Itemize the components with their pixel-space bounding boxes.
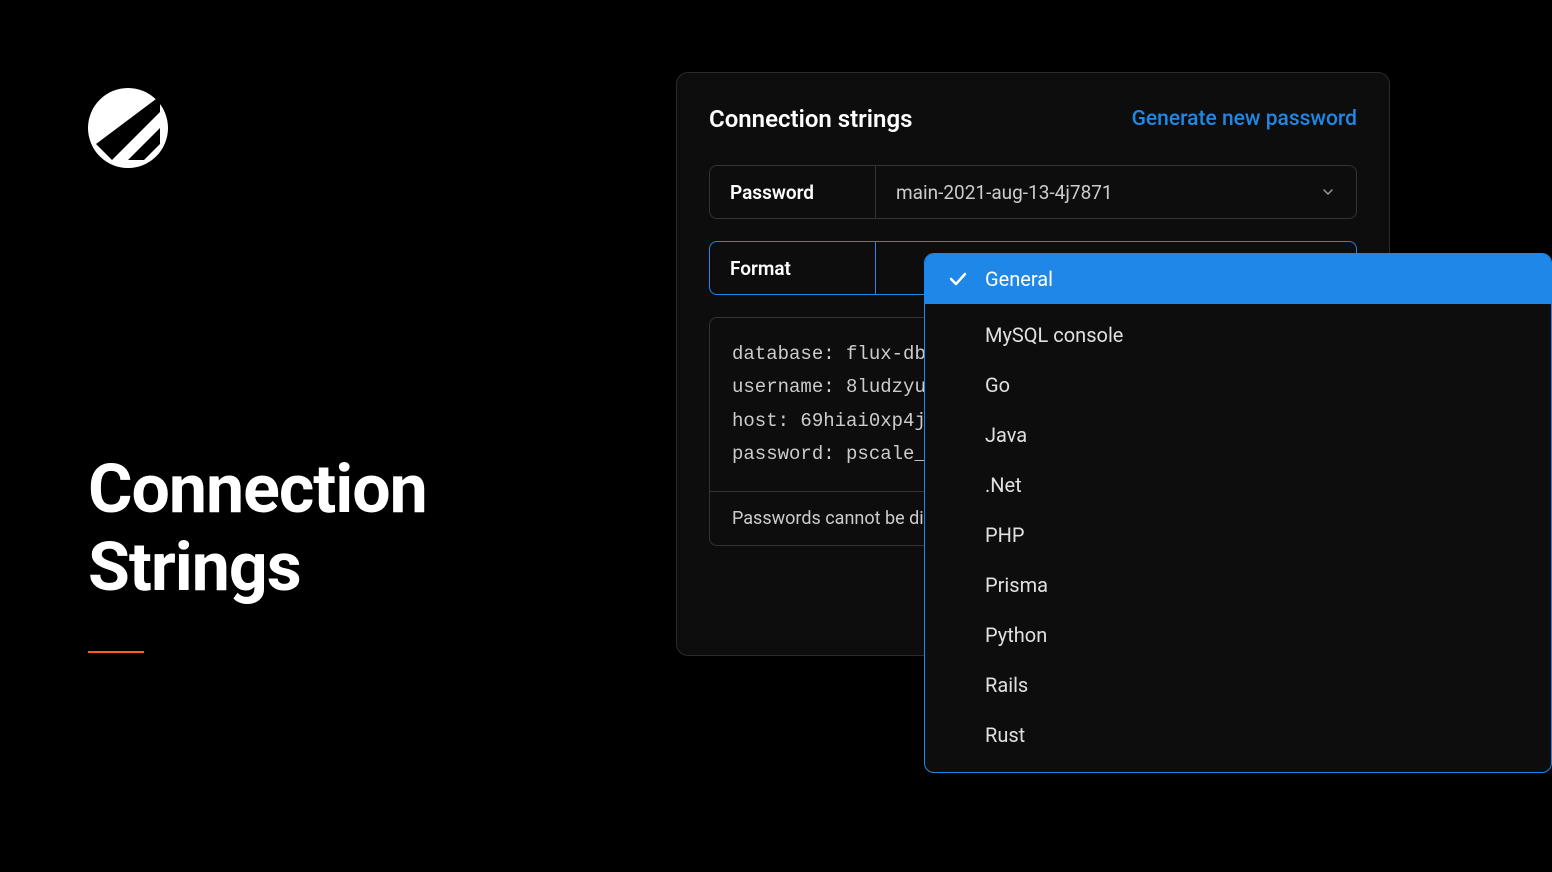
panel-title: Connection strings (709, 105, 912, 133)
panel-header: Connection strings Generate new password (709, 105, 1357, 133)
format-dropdown: General MySQL console Go Java .Net PHP P… (924, 253, 1552, 773)
generate-password-link[interactable]: Generate new password (1132, 107, 1357, 131)
heading-line-1: Connection (88, 450, 427, 528)
heading-line-2: Strings (88, 528, 427, 606)
dropdown-item-dotnet[interactable]: .Net (925, 460, 1551, 510)
dropdown-item-go[interactable]: Go (925, 360, 1551, 410)
accent-divider (88, 651, 144, 653)
page-heading: Connection Strings (88, 450, 427, 606)
password-label: Password (710, 166, 876, 218)
dropdown-item-python[interactable]: Python (925, 610, 1551, 660)
dropdown-item-label: General (985, 267, 1053, 291)
password-value: main-2021-aug-13-4j7871 (896, 181, 1113, 204)
password-select[interactable]: main-2021-aug-13-4j7871 (876, 166, 1356, 218)
dropdown-item-php[interactable]: PHP (925, 510, 1551, 560)
brand-logo (88, 88, 168, 168)
dropdown-item-general[interactable]: General (925, 254, 1551, 304)
dropdown-item-rust[interactable]: Rust (925, 710, 1551, 760)
dropdown-item-mysql-console[interactable]: MySQL console (925, 310, 1551, 360)
dropdown-group: MySQL console Go Java .Net PHP Prisma Py… (925, 304, 1551, 772)
check-icon (947, 268, 969, 290)
dropdown-item-prisma[interactable]: Prisma (925, 560, 1551, 610)
dropdown-item-java[interactable]: Java (925, 410, 1551, 460)
chevron-down-icon (1320, 184, 1336, 200)
dropdown-item-rails[interactable]: Rails (925, 660, 1551, 710)
password-field-row: Password main-2021-aug-13-4j7871 (709, 165, 1357, 219)
format-label: Format (710, 242, 876, 294)
